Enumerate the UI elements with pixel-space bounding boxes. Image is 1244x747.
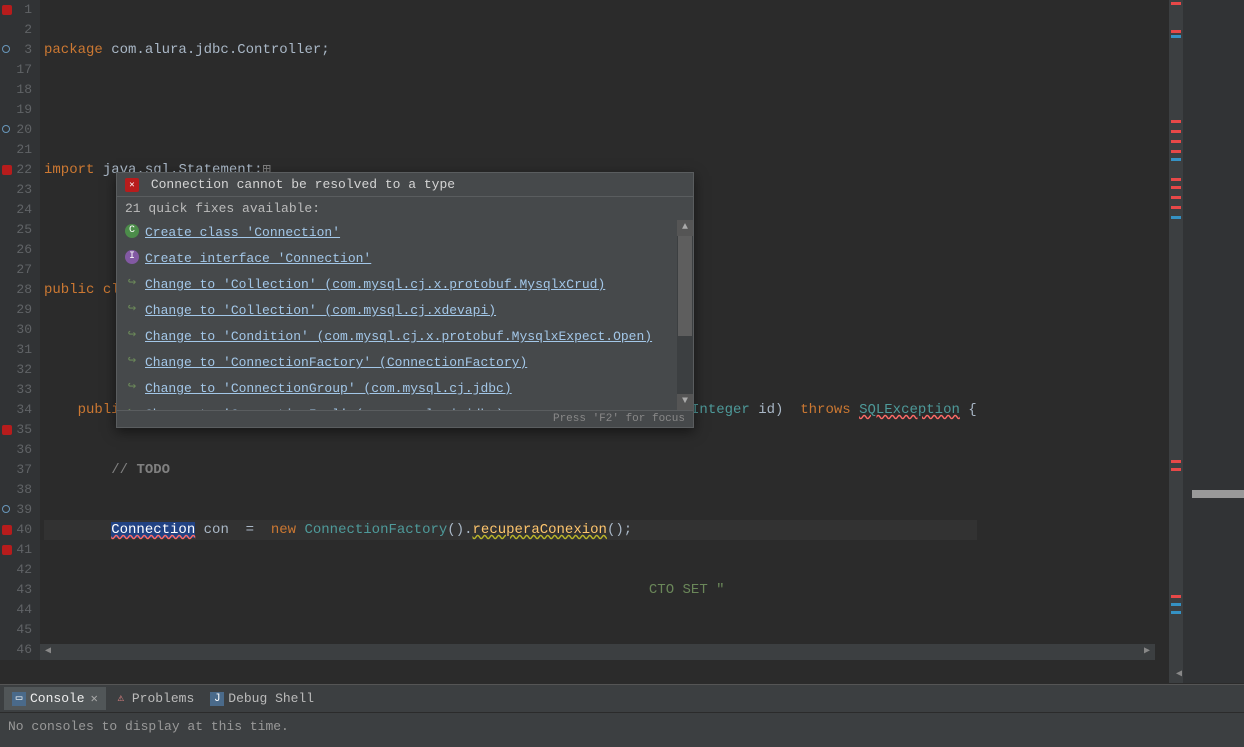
quickfix-item[interactable]: ↪ Change to 'ConnectionImpl' (com.mysql.c… bbox=[117, 402, 693, 410]
classname: ConnectionFactory bbox=[304, 522, 447, 538]
comment: TODO bbox=[136, 462, 170, 478]
bottom-panel: ▭ Console ✕ ⚠ Problems J Debug Shell No … bbox=[0, 684, 1244, 747]
quickfix-item[interactable]: ↪ Change to 'ConnectionGroup' (com.mysql.… bbox=[117, 376, 693, 402]
console-body: No consoles to display at this time. bbox=[0, 713, 1244, 740]
quickfix-item-label: Change to 'ConnectionGroup' (com.mysql.c… bbox=[145, 381, 512, 396]
comment: // bbox=[111, 462, 136, 478]
quickfix-item[interactable]: ↪ Change to 'Collection' (com.mysql.cj.x.… bbox=[117, 272, 693, 298]
type: Integer bbox=[691, 402, 750, 418]
keyword: new bbox=[271, 522, 305, 538]
overview-mark[interactable] bbox=[1171, 30, 1181, 33]
quickfix-item-label: Change to 'ConnectionImpl' (com.mysql.cj… bbox=[145, 407, 504, 410]
string: CTO SET " bbox=[649, 582, 725, 598]
scroll-up-icon[interactable]: ▲ bbox=[677, 220, 693, 236]
quickfix-scrollbar[interactable]: ▲ ▼ bbox=[677, 220, 693, 410]
text: (); bbox=[607, 522, 632, 538]
text: com.alura.jdbc.Controller; bbox=[103, 42, 330, 58]
quickfix-item[interactable]: ↪ Change to 'Collection' (com.mysql.cj.xd… bbox=[117, 298, 693, 324]
keyword: throws bbox=[800, 402, 859, 418]
quickfix-item-icon: C bbox=[125, 224, 139, 238]
quickfix-item-label: Change to 'Collection' (com.mysql.cj.x.p… bbox=[145, 277, 605, 292]
overview-mark[interactable] bbox=[1171, 2, 1181, 5]
close-icon[interactable]: ✕ bbox=[91, 691, 98, 706]
tab-debug-shell[interactable]: J Debug Shell bbox=[202, 687, 322, 710]
overview-mark[interactable] bbox=[1171, 196, 1181, 199]
overview-mark[interactable] bbox=[1171, 206, 1181, 209]
quickfix-item-label: Create class 'Connection' bbox=[145, 225, 340, 240]
scroll-right-icon[interactable]: ▶ bbox=[1139, 644, 1155, 660]
quickfix-item-icon: ↪ bbox=[125, 354, 139, 368]
quickfix-item[interactable]: I Create interface 'Connection' bbox=[117, 246, 693, 272]
overview-mark[interactable] bbox=[1171, 150, 1181, 153]
quickfix-item[interactable]: C Create class 'Connection' bbox=[117, 220, 693, 246]
tab-label: Console bbox=[30, 691, 85, 706]
error-token[interactable]: Connection bbox=[111, 522, 195, 538]
horizontal-scrollbar[interactable]: ◀ ▶ bbox=[40, 644, 1155, 660]
problems-icon: ⚠ bbox=[114, 692, 128, 706]
quickfix-item-icon: I bbox=[125, 250, 139, 264]
quickfix-popup[interactable]: ✕ Connection cannot be resolved to a typ… bbox=[116, 172, 694, 428]
text: id) bbox=[750, 402, 800, 418]
overview-mark[interactable] bbox=[1171, 186, 1181, 189]
scroll-down-icon[interactable]: ▼ bbox=[677, 394, 693, 410]
tab-problems[interactable]: ⚠ Problems bbox=[106, 687, 202, 710]
overview-mark[interactable] bbox=[1171, 120, 1181, 123]
quickfix-item[interactable]: ↪ Change to 'Condition' (com.mysql.cj.x.p… bbox=[117, 324, 693, 350]
keyword: public bbox=[44, 282, 94, 298]
overview-ruler[interactable] bbox=[1169, 0, 1183, 683]
overview-mark[interactable] bbox=[1171, 468, 1181, 471]
text: (). bbox=[447, 522, 472, 538]
scroll-left-icon[interactable]: ◀ bbox=[40, 644, 56, 660]
quickfix-item-icon: ↪ bbox=[125, 302, 139, 316]
overview-mark[interactable] bbox=[1171, 130, 1181, 133]
overview-mark[interactable] bbox=[1171, 140, 1181, 143]
text: { bbox=[960, 402, 977, 418]
quickfix-list: C Create class 'Connection' I Create interf… bbox=[117, 220, 693, 410]
quickfix-header: ✕ Connection cannot be resolved to a typ… bbox=[117, 173, 693, 197]
overview-mark[interactable] bbox=[1171, 178, 1181, 181]
quickfix-item-icon: ↪ bbox=[125, 276, 139, 290]
type: SQLException bbox=[859, 402, 960, 418]
console-icon: ▭ bbox=[12, 692, 26, 706]
quickfix-item-icon: ↪ bbox=[125, 380, 139, 394]
quickfix-item[interactable]: ↪ Change to 'ConnectionFactory' (Connecti… bbox=[117, 350, 693, 376]
quickfix-item-label: Change to 'ConnectionFactory' (Connectio… bbox=[145, 355, 527, 370]
overview-mark[interactable] bbox=[1171, 158, 1181, 161]
quickfix-item-icon: ↪ bbox=[125, 406, 139, 410]
bottom-tabs-bar: ▭ Console ✕ ⚠ Problems J Debug Shell bbox=[0, 685, 1244, 713]
tab-console[interactable]: ▭ Console ✕ bbox=[4, 687, 106, 710]
panel-drag-handle[interactable] bbox=[1192, 490, 1244, 498]
keyword: package bbox=[44, 42, 103, 58]
quickfix-count: 21 quick fixes available: bbox=[117, 197, 693, 220]
gutter-annotations bbox=[0, 0, 14, 660]
console-empty-message: No consoles to display at this time. bbox=[8, 719, 289, 734]
method-call: recuperaConexion bbox=[473, 522, 607, 538]
overview-mark[interactable] bbox=[1171, 35, 1181, 38]
quickfix-item-label: Change to 'Collection' (com.mysql.cj.xde… bbox=[145, 303, 496, 318]
tab-label: Debug Shell bbox=[228, 691, 314, 706]
quickfix-title: Connection cannot be resolved to a type bbox=[151, 177, 455, 192]
overview-mark[interactable] bbox=[1171, 603, 1181, 606]
quickfix-item-icon: ↪ bbox=[125, 328, 139, 342]
overview-mark[interactable] bbox=[1171, 595, 1181, 598]
overview-mark[interactable] bbox=[1171, 460, 1181, 463]
overview-mark[interactable] bbox=[1171, 216, 1181, 219]
quickfix-item-label: Change to 'Condition' (com.mysql.cj.x.pr… bbox=[145, 329, 652, 344]
debug-icon: J bbox=[210, 692, 224, 706]
right-panel-strip: ◀ bbox=[1169, 0, 1244, 683]
error-icon: ✕ bbox=[125, 178, 139, 192]
scroll-thumb[interactable] bbox=[678, 236, 692, 336]
scroll-left-icon[interactable]: ◀ bbox=[1171, 667, 1187, 683]
text: con = bbox=[195, 522, 271, 538]
quickfix-footer-hint: Press 'F2' for focus bbox=[117, 410, 693, 427]
quickfix-item-label: Create interface 'Connection' bbox=[145, 251, 371, 266]
keyword: import bbox=[44, 162, 94, 178]
tab-label: Problems bbox=[132, 691, 194, 706]
overview-mark[interactable] bbox=[1171, 611, 1181, 614]
